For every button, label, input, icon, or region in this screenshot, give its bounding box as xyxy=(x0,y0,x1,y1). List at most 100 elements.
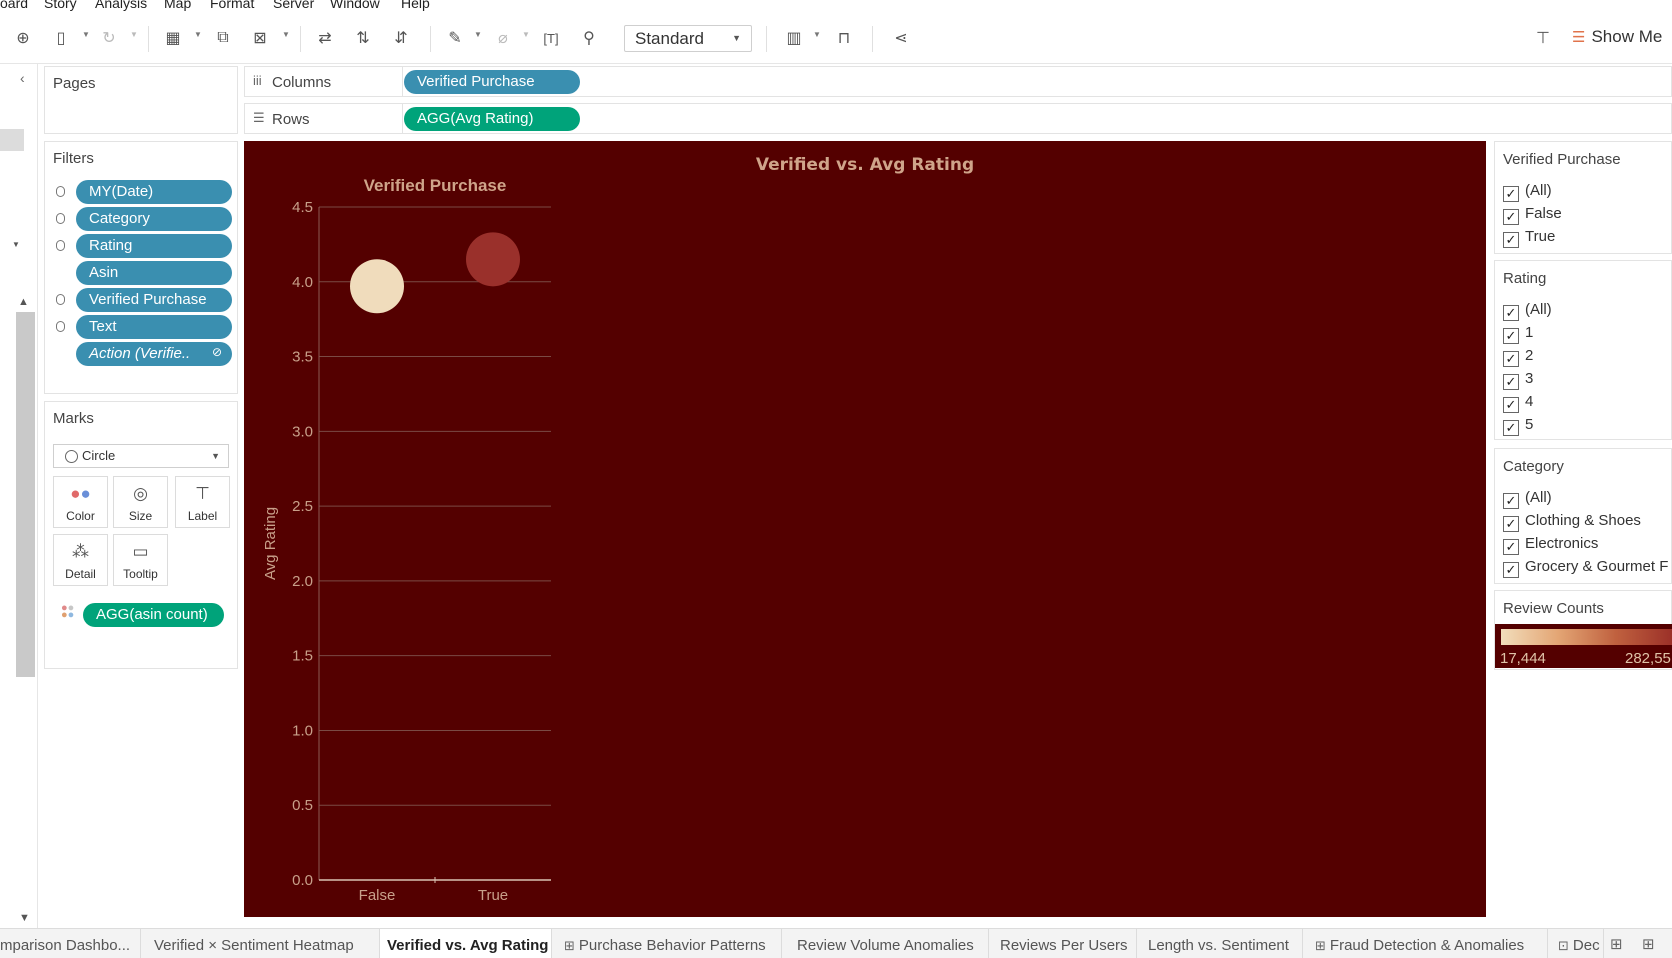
checkbox-icon[interactable]: ✓ xyxy=(1503,209,1519,225)
highlight-icon[interactable]: ✎ xyxy=(444,27,466,49)
filter-option[interactable]: ✓ 5 xyxy=(1503,416,1533,436)
scrollbar-thumb[interactable] xyxy=(16,312,35,677)
menu-help[interactable]: Help xyxy=(401,0,430,11)
filter-option[interactable]: ✓ 1 xyxy=(1503,324,1533,344)
scroll-down-icon[interactable]: ▼ xyxy=(19,912,30,924)
filter-pill-verified-purchase[interactable]: Verified Purchase xyxy=(76,288,232,312)
checkbox-icon[interactable]: ✓ xyxy=(1503,562,1519,578)
presentation-mode-icon[interactable]: ⊓ xyxy=(833,27,855,49)
marks-color-button[interactable]: ●● Color xyxy=(53,476,108,528)
pages-shelf[interactable]: Pages xyxy=(44,66,238,134)
checkbox-icon[interactable]: ✓ xyxy=(1503,420,1519,436)
sheet-tab[interactable]: Verified × Sentiment Heatmap xyxy=(141,929,380,958)
menu-dashboard[interactable]: oard xyxy=(0,0,28,11)
duplicate-sheet-icon[interactable]: ⧉ xyxy=(212,27,234,49)
checkbox-icon[interactable]: ✓ xyxy=(1503,305,1519,321)
checkbox-icon[interactable]: ✓ xyxy=(1503,397,1519,413)
menu-window[interactable]: Window xyxy=(330,0,380,11)
fix-axes-icon[interactable]: ⚲ xyxy=(578,27,600,49)
data-point[interactable] xyxy=(350,259,404,314)
filter-pill-date[interactable]: MY(Date) xyxy=(76,180,232,204)
checkbox-icon[interactable]: ✓ xyxy=(1503,539,1519,555)
filter-option[interactable]: ✓ (All) xyxy=(1503,182,1552,202)
data-point[interactable] xyxy=(466,232,520,287)
filter-option[interactable]: ✓ Electronics xyxy=(1503,535,1598,555)
marks-color-pill[interactable]: AGG(asin count) xyxy=(83,603,224,627)
sheet-tab[interactable]: Review Volume Anomalies xyxy=(782,929,989,958)
filter-option[interactable]: ✓ Grocery & Gourmet F xyxy=(1503,558,1668,578)
sheet-tab[interactable]: ⊞ Purchase Behavior Patterns xyxy=(552,929,782,958)
checkbox-icon[interactable]: ✓ xyxy=(1503,328,1519,344)
filter-option[interactable]: ✓ 4 xyxy=(1503,393,1533,413)
new-data-source-icon[interactable]: ⊕ xyxy=(12,27,34,49)
clear-sheet-icon[interactable]: ⊠ xyxy=(249,27,271,49)
menu-analysis[interactable]: Analysis xyxy=(95,0,147,11)
filter-option[interactable]: ✓ False xyxy=(1503,205,1562,225)
filter-option[interactable]: ✓ 2 xyxy=(1503,347,1533,367)
new-worksheet-dropdown-icon[interactable]: ▼ xyxy=(194,30,202,39)
marks-label-button[interactable]: ⊤ Label xyxy=(175,476,230,528)
sheet-tab[interactable]: mparison Dashbo... xyxy=(0,929,141,958)
filter-option[interactable]: ✓ 3 xyxy=(1503,370,1533,390)
save-icon[interactable]: ▯ xyxy=(50,27,72,49)
filter-option[interactable]: ✓ Clothing & Shoes xyxy=(1503,512,1641,532)
filter-pill-text[interactable]: Text xyxy=(76,315,232,339)
share-icon[interactable]: ⋖ xyxy=(890,27,912,49)
menu-format[interactable]: Format xyxy=(210,0,254,11)
collapse-pane-icon[interactable]: ‹ xyxy=(20,70,25,86)
checkbox-icon[interactable]: ✓ xyxy=(1503,186,1519,202)
viz-canvas[interactable]: Verified vs. Avg Rating Verified Purchas… xyxy=(244,141,1486,917)
checkbox-icon[interactable]: ✓ xyxy=(1503,232,1519,248)
filter-option[interactable]: ✓ (All) xyxy=(1503,489,1552,509)
marks-detail-button[interactable]: ⁂ Detail xyxy=(53,534,108,586)
save-dropdown-icon[interactable]: ▼ xyxy=(82,30,90,39)
mark-type-select[interactable]: Circle ▼ xyxy=(53,444,229,468)
show-me-button[interactable]: ☰ Show Me xyxy=(1572,27,1662,47)
sheet-tab[interactable]: Length vs. Sentiment xyxy=(1137,929,1303,958)
sort-ascending-icon[interactable]: ⇅ xyxy=(352,27,374,49)
menu-server[interactable]: Server xyxy=(273,0,314,11)
scroll-up-icon[interactable]: ▲ xyxy=(18,296,29,308)
filter-pill-category[interactable]: Category xyxy=(76,207,232,231)
sheet-tab[interactable]: ⊡ Dec xyxy=(1548,929,1604,958)
filter-pill-action[interactable]: Action (Verifie.. ⊘ xyxy=(76,342,232,366)
sheet-tab[interactable]: Reviews Per Users xyxy=(989,929,1137,958)
show-mark-labels-icon[interactable]: [T] xyxy=(540,27,562,49)
checkbox-icon[interactable]: ✓ xyxy=(1503,351,1519,367)
checkbox-icon[interactable]: ✓ xyxy=(1503,516,1519,532)
filter-option[interactable]: ✓ True xyxy=(1503,228,1555,248)
refresh-dropdown-icon[interactable]: ▼ xyxy=(130,30,138,39)
scatter-chart[interactable]: Verified Purchase 0.0 0.5 1.0 1.5 2.0 2.5 3.0 3.… xyxy=(244,141,1486,917)
toolbar-divider xyxy=(148,26,149,52)
sheet-tab-active[interactable]: Verified vs. Avg Rating xyxy=(380,929,552,958)
chevron-down-icon[interactable]: ▼ xyxy=(12,240,20,249)
format-painter-icon[interactable]: ⊤ xyxy=(1532,27,1554,49)
datasource-selected-item[interactable] xyxy=(0,129,24,151)
shelf-divider xyxy=(402,67,403,96)
menu-story[interactable]: Story xyxy=(44,0,77,11)
sheet-tab[interactable]: ⊞ Fraud Detection & Anomalies xyxy=(1303,929,1548,958)
new-story-icon[interactable]: ⊞ xyxy=(1642,935,1655,953)
clear-sheet-dropdown-icon[interactable]: ▼ xyxy=(282,30,290,39)
new-dashboard-icon[interactable]: ⊞ xyxy=(1610,935,1623,953)
show-cards-dropdown-icon[interactable]: ▼ xyxy=(813,30,821,39)
show-cards-icon[interactable]: ▥ xyxy=(783,27,805,49)
filter-pill-asin[interactable]: Asin xyxy=(76,261,232,285)
fit-select[interactable]: Standard ▼ xyxy=(624,25,752,52)
menu-map[interactable]: Map xyxy=(164,0,191,11)
swap-rows-columns-icon[interactable]: ⇄ xyxy=(314,27,336,49)
marks-tooltip-button[interactable]: ▭ Tooltip xyxy=(113,534,168,586)
marks-size-button[interactable]: ◎ Size xyxy=(113,476,168,528)
columns-pill[interactable]: Verified Purchase xyxy=(404,70,580,94)
checkbox-icon[interactable]: ✓ xyxy=(1503,493,1519,509)
group-members-icon[interactable]: ⌀ xyxy=(492,27,514,49)
refresh-icon[interactable]: ↻ xyxy=(98,27,120,49)
highlight-dropdown-icon[interactable]: ▼ xyxy=(474,30,482,39)
checkbox-icon[interactable]: ✓ xyxy=(1503,374,1519,390)
filter-option[interactable]: ✓ (All) xyxy=(1503,301,1552,321)
filter-pill-rating[interactable]: Rating xyxy=(76,234,232,258)
new-worksheet-icon[interactable]: ▦ xyxy=(162,27,184,49)
sort-descending-icon[interactable]: ⇵ xyxy=(390,27,412,49)
group-dropdown-icon[interactable]: ▼ xyxy=(522,30,530,39)
rows-pill[interactable]: AGG(Avg Rating) xyxy=(404,107,580,131)
